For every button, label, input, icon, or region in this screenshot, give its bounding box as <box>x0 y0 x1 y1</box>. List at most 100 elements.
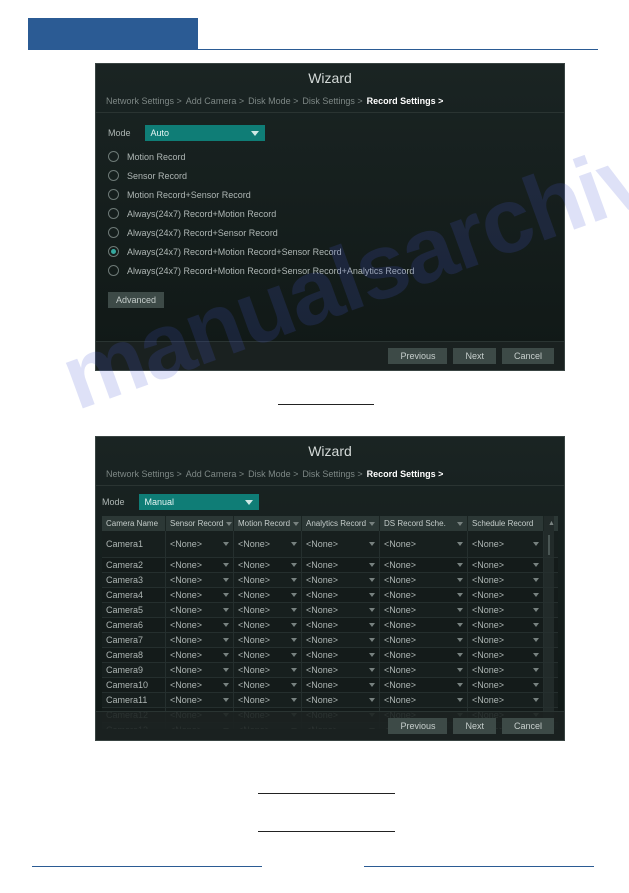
col-analytics[interactable]: Analytics Record <box>302 516 380 531</box>
crumb[interactable]: Disk Settings > <box>302 469 362 479</box>
cell-dropdown[interactable]: <None> <box>166 663 234 677</box>
cell-dropdown[interactable]: <None> <box>380 558 468 572</box>
cell-dropdown[interactable]: <None> <box>468 693 544 707</box>
previous-button[interactable]: Previous <box>388 348 447 364</box>
next-button[interactable]: Next <box>453 718 496 734</box>
cell-dropdown[interactable]: <None> <box>380 588 468 602</box>
col-camera-name[interactable]: Camera Name <box>102 516 166 531</box>
previous-button[interactable]: Previous <box>388 718 447 734</box>
radio-option[interactable]: Always(24x7) Record+Sensor Record <box>108 227 552 238</box>
mode-select[interactable]: Auto <box>145 125 265 141</box>
cell-dropdown[interactable]: <None> <box>234 618 302 632</box>
cell-dropdown[interactable]: <None> <box>166 693 234 707</box>
cell-dropdown[interactable]: <None> <box>468 603 544 617</box>
scrollbar-track[interactable] <box>544 603 554 617</box>
crumb[interactable]: Add Camera > <box>186 469 244 479</box>
cell-dropdown[interactable]: <None> <box>166 531 234 557</box>
cell-dropdown[interactable]: <None> <box>468 678 544 692</box>
cell-dropdown[interactable]: <None> <box>234 693 302 707</box>
cancel-button[interactable]: Cancel <box>502 718 554 734</box>
cell-dropdown[interactable]: <None> <box>380 573 468 587</box>
col-os[interactable]: DS Record Sche. <box>380 516 468 531</box>
crumb[interactable]: Network Settings > <box>106 96 182 106</box>
cell-dropdown[interactable]: <None> <box>468 618 544 632</box>
scrollbar-track[interactable]: ▲ <box>544 516 554 531</box>
radio-option[interactable]: Always(24x7) Record+Motion Record+Sensor… <box>108 246 552 257</box>
scrollbar-track[interactable] <box>544 588 554 602</box>
cell-dropdown[interactable]: <None> <box>234 573 302 587</box>
cell-dropdown[interactable]: <None> <box>302 678 380 692</box>
radio-option[interactable]: Motion Record <box>108 151 552 162</box>
cell-dropdown[interactable]: <None> <box>468 588 544 602</box>
cell-dropdown[interactable]: <None> <box>468 531 544 557</box>
col-motion[interactable]: Motion Record <box>234 516 302 531</box>
scrollbar-thumb[interactable] <box>548 535 550 555</box>
radio-option[interactable]: Always(24x7) Record+Motion Record <box>108 208 552 219</box>
cell-dropdown[interactable]: <None> <box>234 678 302 692</box>
crumb-active[interactable]: Record Settings > <box>367 96 444 106</box>
cell-dropdown[interactable]: <None> <box>302 618 380 632</box>
next-button[interactable]: Next <box>453 348 496 364</box>
cell-dropdown[interactable]: <None> <box>380 648 468 662</box>
crumb[interactable]: Disk Mode > <box>248 96 298 106</box>
mode-select[interactable]: Manual <box>139 494 259 510</box>
cell-dropdown[interactable]: <None> <box>234 663 302 677</box>
crumb[interactable]: Disk Settings > <box>302 96 362 106</box>
cell-dropdown[interactable]: <None> <box>166 603 234 617</box>
cell-dropdown[interactable]: <None> <box>234 531 302 557</box>
cell-dropdown[interactable]: <None> <box>166 633 234 647</box>
scrollbar-track[interactable] <box>544 678 554 692</box>
cell-dropdown[interactable]: <None> <box>166 573 234 587</box>
cell-dropdown[interactable]: <None> <box>302 648 380 662</box>
advanced-button[interactable]: Advanced <box>108 292 164 308</box>
scrollbar-track[interactable] <box>544 618 554 632</box>
cell-dropdown[interactable]: <None> <box>302 558 380 572</box>
crumb[interactable]: Add Camera > <box>186 96 244 106</box>
crumb-active[interactable]: Record Settings > <box>367 469 444 479</box>
cell-dropdown[interactable]: <None> <box>166 588 234 602</box>
cell-dropdown[interactable]: <None> <box>302 588 380 602</box>
cell-dropdown[interactable]: <None> <box>166 648 234 662</box>
scrollbar-track[interactable] <box>544 663 554 677</box>
cell-dropdown[interactable]: <None> <box>380 618 468 632</box>
cell-dropdown[interactable]: <None> <box>468 663 544 677</box>
cell-dropdown[interactable]: <None> <box>166 558 234 572</box>
cell-dropdown[interactable]: <None> <box>234 633 302 647</box>
cell-dropdown[interactable]: <None> <box>302 663 380 677</box>
cell-dropdown[interactable]: <None> <box>380 531 468 557</box>
cell-dropdown[interactable]: <None> <box>380 663 468 677</box>
crumb[interactable]: Disk Mode > <box>248 469 298 479</box>
cell-dropdown[interactable]: <None> <box>166 678 234 692</box>
scrollbar-track[interactable] <box>544 531 554 557</box>
scrollbar-track[interactable] <box>544 633 554 647</box>
cell-dropdown[interactable]: <None> <box>166 618 234 632</box>
cell-dropdown[interactable]: <None> <box>234 603 302 617</box>
scrollbar-track[interactable] <box>544 648 554 662</box>
radio-option[interactable]: Motion Record+Sensor Record <box>108 189 552 200</box>
col-schedule[interactable]: Schedule Record <box>468 516 544 531</box>
scrollbar-track[interactable] <box>544 693 554 707</box>
scrollbar-track[interactable] <box>544 573 554 587</box>
cell-dropdown[interactable]: <None> <box>302 573 380 587</box>
cell-dropdown[interactable]: <None> <box>380 603 468 617</box>
cell-dropdown[interactable]: <None> <box>234 558 302 572</box>
cell-dropdown[interactable]: <None> <box>380 693 468 707</box>
cell-dropdown[interactable]: <None> <box>234 648 302 662</box>
cancel-button[interactable]: Cancel <box>502 348 554 364</box>
cell-dropdown[interactable]: <None> <box>468 633 544 647</box>
cell-dropdown[interactable]: <None> <box>468 573 544 587</box>
col-sensor[interactable]: Sensor Record <box>166 516 234 531</box>
cell-dropdown[interactable]: <None> <box>302 603 380 617</box>
cell-dropdown[interactable]: <None> <box>302 633 380 647</box>
crumb[interactable]: Network Settings > <box>106 469 182 479</box>
cell-dropdown[interactable]: <None> <box>380 678 468 692</box>
cell-dropdown[interactable]: <None> <box>380 633 468 647</box>
radio-option[interactable]: Always(24x7) Record+Motion Record+Sensor… <box>108 265 552 276</box>
cell-dropdown[interactable]: <None> <box>302 693 380 707</box>
cell-dropdown[interactable]: <None> <box>468 558 544 572</box>
radio-option[interactable]: Sensor Record <box>108 170 552 181</box>
cell-dropdown[interactable]: <None> <box>234 588 302 602</box>
cell-dropdown[interactable]: <None> <box>468 648 544 662</box>
scrollbar-track[interactable] <box>544 558 554 572</box>
cell-dropdown[interactable]: <None> <box>302 531 380 557</box>
